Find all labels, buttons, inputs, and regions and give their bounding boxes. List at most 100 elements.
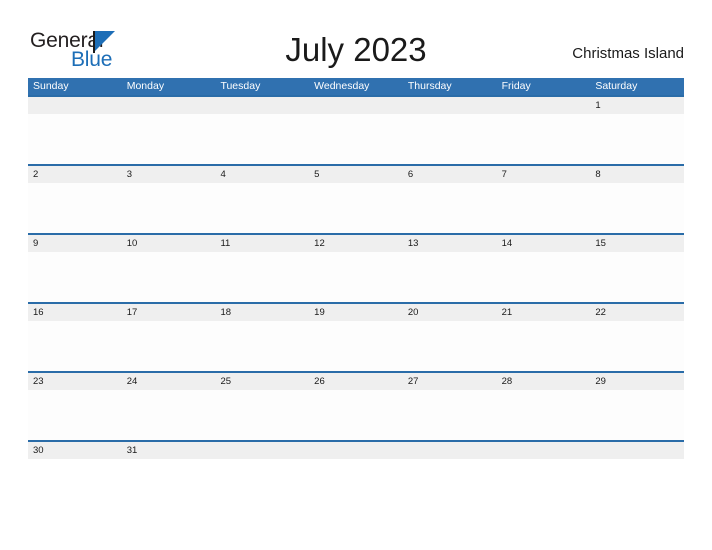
day-note-cell[interactable] xyxy=(309,183,403,233)
week-row: 1 xyxy=(28,95,684,164)
weekday-monday: Monday xyxy=(126,80,165,92)
day-number[interactable] xyxy=(309,442,403,459)
day-number[interactable] xyxy=(590,442,684,459)
day-number[interactable]: 22 xyxy=(590,304,684,321)
day-note-cell[interactable] xyxy=(215,321,309,371)
day-note-cell[interactable] xyxy=(122,114,216,164)
day-number[interactable]: 25 xyxy=(215,373,309,390)
day-number[interactable]: 10 xyxy=(122,235,216,252)
day-number[interactable]: 27 xyxy=(403,373,497,390)
day-number[interactable]: 5 xyxy=(309,166,403,183)
day-note-cell[interactable] xyxy=(590,114,684,164)
weekday-saturday: Saturday xyxy=(595,80,638,92)
day-note-cell[interactable] xyxy=(403,390,497,440)
calendar-grid: Sunday Monday Tuesday Wednesday Thursday… xyxy=(28,78,684,459)
week-row: 23 24 25 26 27 28 29 xyxy=(28,371,684,440)
day-note-cell[interactable] xyxy=(215,252,309,302)
day-note-cell[interactable] xyxy=(497,390,591,440)
day-number[interactable]: 30 xyxy=(28,442,122,459)
day-note-cell[interactable] xyxy=(28,114,122,164)
day-note-cell[interactable] xyxy=(215,114,309,164)
day-number[interactable]: 18 xyxy=(215,304,309,321)
day-note-cell[interactable] xyxy=(590,390,684,440)
day-note-cell[interactable] xyxy=(28,390,122,440)
day-note-cell[interactable] xyxy=(590,321,684,371)
weekday-tuesday: Tuesday xyxy=(220,80,261,92)
week-date-band: 1 xyxy=(28,97,684,114)
week-row: 9 10 11 12 13 14 15 xyxy=(28,233,684,302)
day-note-cell[interactable] xyxy=(122,252,216,302)
day-note-cell[interactable] xyxy=(590,183,684,233)
day-number[interactable]: 26 xyxy=(309,373,403,390)
day-number[interactable]: 21 xyxy=(497,304,591,321)
day-note-cell[interactable] xyxy=(497,321,591,371)
weekday-thursday: Thursday xyxy=(407,80,452,92)
week-note-area xyxy=(28,114,684,164)
day-number[interactable]: 7 xyxy=(497,166,591,183)
day-number[interactable]: 23 xyxy=(28,373,122,390)
day-number[interactable]: 9 xyxy=(28,235,122,252)
week-row: 30 31 xyxy=(28,440,684,459)
day-number[interactable]: 17 xyxy=(122,304,216,321)
day-note-cell[interactable] xyxy=(497,114,591,164)
day-note-cell[interactable] xyxy=(215,390,309,440)
day-number[interactable] xyxy=(28,97,122,114)
day-number[interactable] xyxy=(497,442,591,459)
day-number[interactable]: 20 xyxy=(403,304,497,321)
day-note-cell[interactable] xyxy=(215,183,309,233)
day-number[interactable]: 11 xyxy=(215,235,309,252)
day-note-cell[interactable] xyxy=(28,252,122,302)
day-number[interactable] xyxy=(497,97,591,114)
day-note-cell[interactable] xyxy=(122,390,216,440)
day-number[interactable]: 28 xyxy=(497,373,591,390)
day-number[interactable]: 13 xyxy=(403,235,497,252)
day-number[interactable] xyxy=(403,97,497,114)
day-number[interactable] xyxy=(403,442,497,459)
week-date-band: 16 17 18 19 20 21 22 xyxy=(28,304,684,321)
day-number[interactable]: 16 xyxy=(28,304,122,321)
weekday-wednesday: Wednesday xyxy=(314,80,370,92)
day-number[interactable]: 19 xyxy=(309,304,403,321)
week-note-area xyxy=(28,390,684,440)
day-note-cell[interactable] xyxy=(403,252,497,302)
day-number[interactable] xyxy=(215,97,309,114)
day-note-cell[interactable] xyxy=(309,321,403,371)
day-number[interactable] xyxy=(122,97,216,114)
day-number[interactable]: 14 xyxy=(497,235,591,252)
day-note-cell[interactable] xyxy=(28,321,122,371)
day-note-cell[interactable] xyxy=(309,114,403,164)
day-number[interactable]: 8 xyxy=(590,166,684,183)
week-date-band: 23 24 25 26 27 28 29 xyxy=(28,373,684,390)
day-number[interactable]: 4 xyxy=(215,166,309,183)
weekday-sunday: Sunday xyxy=(33,80,69,92)
day-note-cell[interactable] xyxy=(309,390,403,440)
day-note-cell[interactable] xyxy=(403,114,497,164)
week-note-area xyxy=(28,183,684,233)
day-number[interactable]: 2 xyxy=(28,166,122,183)
day-number[interactable]: 31 xyxy=(122,442,216,459)
day-note-cell[interactable] xyxy=(122,321,216,371)
day-note-cell[interactable] xyxy=(309,252,403,302)
weekday-friday: Friday xyxy=(501,80,531,92)
day-number[interactable] xyxy=(215,442,309,459)
day-note-cell[interactable] xyxy=(403,183,497,233)
week-row: 16 17 18 19 20 21 22 xyxy=(28,302,684,371)
day-number[interactable]: 1 xyxy=(590,97,684,114)
page-header: General Blue July 2023 Christmas Island xyxy=(0,0,712,78)
day-note-cell[interactable] xyxy=(403,321,497,371)
week-date-band: 9 10 11 12 13 14 15 xyxy=(28,235,684,252)
day-note-cell[interactable] xyxy=(122,183,216,233)
day-note-cell[interactable] xyxy=(497,252,591,302)
day-note-cell[interactable] xyxy=(497,183,591,233)
day-number[interactable]: 15 xyxy=(590,235,684,252)
location-label: Christmas Island xyxy=(572,45,684,62)
day-number[interactable] xyxy=(309,97,403,114)
day-note-cell[interactable] xyxy=(28,183,122,233)
day-number[interactable]: 6 xyxy=(403,166,497,183)
day-number[interactable]: 24 xyxy=(122,373,216,390)
week-date-band: 30 31 xyxy=(28,442,684,459)
day-number[interactable]: 3 xyxy=(122,166,216,183)
day-number[interactable]: 12 xyxy=(309,235,403,252)
day-number[interactable]: 29 xyxy=(590,373,684,390)
day-note-cell[interactable] xyxy=(590,252,684,302)
